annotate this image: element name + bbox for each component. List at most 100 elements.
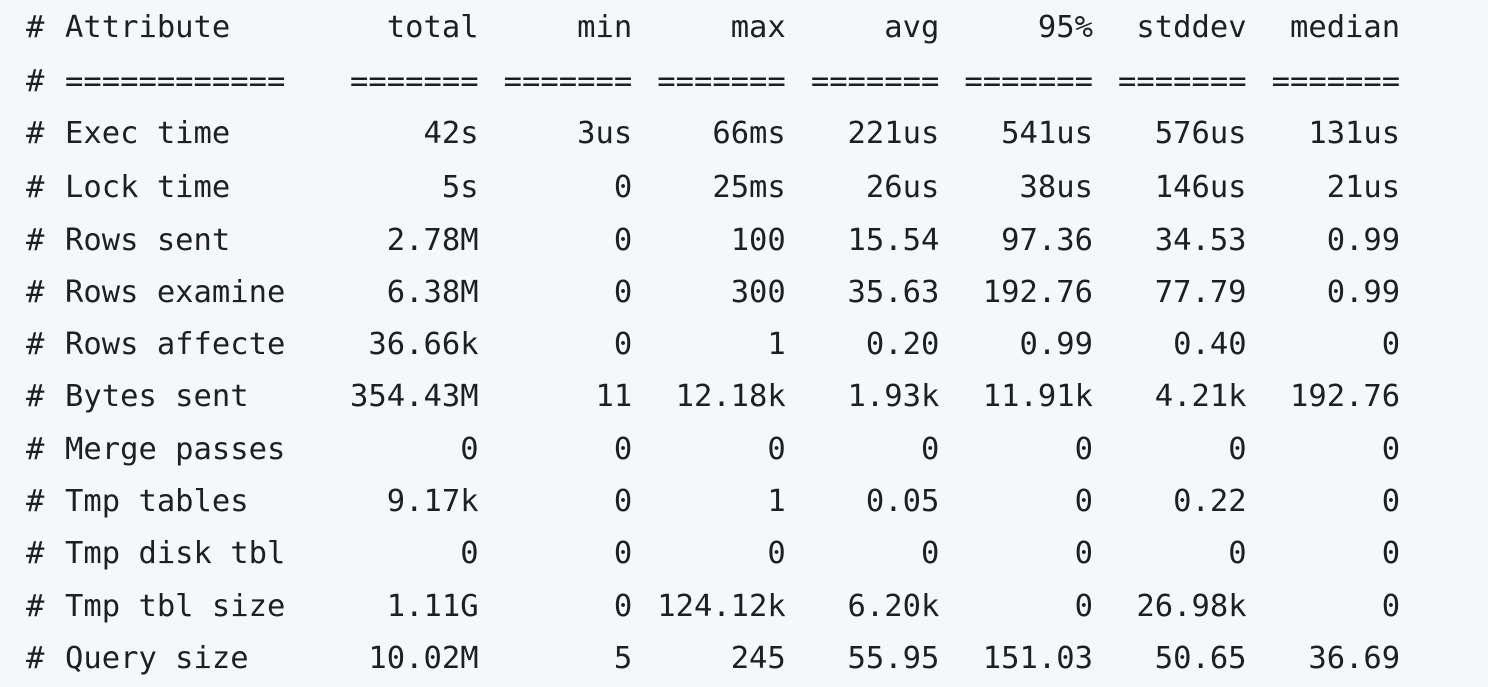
cell-max: 0 [767,536,786,572]
cell-avg: 6.20k [847,588,940,624]
separator-cell: ======= [964,64,1093,99]
cell-95pct: 97.36 [1001,222,1093,258]
header-min: min [577,10,633,45]
row-attribute: Lock time [65,170,231,206]
cell-total: 2.78M [386,222,479,258]
comment-marker: # [26,484,45,520]
header-attribute: Attribute [65,10,231,45]
cell-median: 21us [1326,170,1401,206]
cell-avg: 15.54 [847,222,940,258]
cell-95pct: 0 [1074,484,1093,520]
cell-max: 0 [767,431,786,467]
cell-stddev: 576us [1154,116,1247,152]
separator-row: # ============ ======= ======= ======= =… [26,54,1466,106]
header-avg: avg [884,10,940,45]
comment-marker: # [26,379,45,415]
separator-cell: ======= [503,64,633,99]
table-row: # Merge passes 0 0 0 0 0 0 0 [26,422,1466,474]
cell-median: 0 [1381,431,1401,467]
row-attribute: Query size [65,640,249,676]
cell-total: 5s [441,170,479,206]
cell-max: 1 [767,484,786,520]
cell-min: 5 [613,640,633,676]
comment-marker: # [26,431,45,467]
header-median: median [1289,10,1401,45]
cell-stddev: 4.21k [1154,379,1247,415]
separator-attribute: ============ [65,64,286,99]
separator-cell: ======= [350,64,479,99]
cell-median: 131us [1308,116,1401,152]
cell-max: 100 [730,222,786,258]
cell-total: 36.66k [368,327,479,363]
cell-min: 0 [613,536,633,572]
cell-95pct: 0.99 [1019,327,1093,363]
cell-median: 0 [1381,327,1401,363]
cell-median: 36.69 [1308,640,1401,676]
header-stddev: stddev [1136,10,1247,45]
comment-marker: # [26,274,45,310]
data-rows: # Exec time 42s 3us 66ms 221us 541us 576us 131us… [26,106,1466,683]
cell-total: 9.17k [386,484,479,520]
cell-max: 245 [730,640,786,676]
table-row: # Tmp disk tbl 0 0 0 0 0 0 0 [26,526,1466,578]
cell-95pct: 541us [1001,116,1093,152]
cell-total: 354.43M [350,379,479,415]
comment-marker: # [26,64,45,99]
cell-median: 0 [1381,588,1401,624]
cell-total: 1.11G [386,588,479,624]
row-attribute: Bytes sent [65,379,249,415]
cell-min: 0 [613,274,633,310]
row-attribute: Tmp tables [65,484,249,520]
cell-max: 1 [767,327,786,363]
cell-stddev: 0.40 [1173,327,1247,363]
cell-avg: 0 [921,536,940,572]
cell-median: 0 [1381,536,1401,572]
row-attribute: Rows examine [65,274,286,310]
cell-total: 42s [423,116,479,152]
cell-min: 0 [613,222,633,258]
cell-avg: 55.95 [847,640,940,676]
row-attribute: Tmp disk tbl [65,536,286,572]
table-row: # Rows sent 2.78M 0 100 15.54 97.36 34.53 0.99 [26,213,1466,265]
cell-95pct: 151.03 [982,640,1093,676]
cell-avg: 0 [921,431,940,467]
row-attribute: Merge passes [65,431,286,467]
separator-cell: ======= [1118,64,1247,99]
comment-marker: # [26,536,45,572]
table-row: # Query size 10.02M 5 245 55.95 151.03 50.65 36.… [26,631,1466,683]
cell-total: 0 [460,536,479,572]
cell-avg: 35.63 [847,274,940,310]
table-row: # Rows examine 6.38M 0 300 35.63 192.76 77.79 0.… [26,265,1466,317]
query-stats-report: # Attribute total min max avg 95% stddev… [26,0,1466,683]
cell-95pct: 192.76 [982,274,1093,310]
cell-stddev: 0.22 [1173,484,1247,520]
cell-avg: 221us [847,116,940,152]
separator-cell: ======= [1271,64,1401,99]
cell-total: 6.38M [386,274,479,310]
cell-stddev: 77.79 [1154,274,1247,310]
cell-95pct: 0 [1074,431,1093,467]
comment-marker: # [26,10,45,45]
cell-stddev: 0 [1228,536,1247,572]
cell-avg: 1.93k [847,379,940,415]
cell-median: 0 [1381,484,1401,520]
cell-min: 0 [613,484,633,520]
table-row: # Tmp tables 9.17k 0 1 0.05 0 0.22 0 [26,474,1466,526]
cell-avg: 0.05 [865,484,940,520]
cell-max: 12.18k [675,379,786,415]
row-attribute: Rows sent [65,222,231,258]
comment-marker: # [26,116,45,152]
cell-max: 25ms [712,170,786,206]
cell-total: 0 [460,431,479,467]
table-row: # Exec time 42s 3us 66ms 221us 541us 576us 131us [26,106,1466,160]
row-attribute: Tmp tbl size [65,588,286,624]
cell-max: 124.12k [657,588,786,624]
row-attribute: Rows affecte [65,327,286,363]
comment-marker: # [26,222,45,258]
separator-cell: ======= [657,64,786,99]
cell-95pct: 0 [1074,536,1093,572]
cell-max: 66ms [712,116,786,152]
cell-95pct: 0 [1074,588,1093,624]
table-row: # Tmp tbl size 1.11G 0 124.12k 6.20k 0 26.98k 0 [26,579,1466,631]
cell-min: 0 [613,588,633,624]
